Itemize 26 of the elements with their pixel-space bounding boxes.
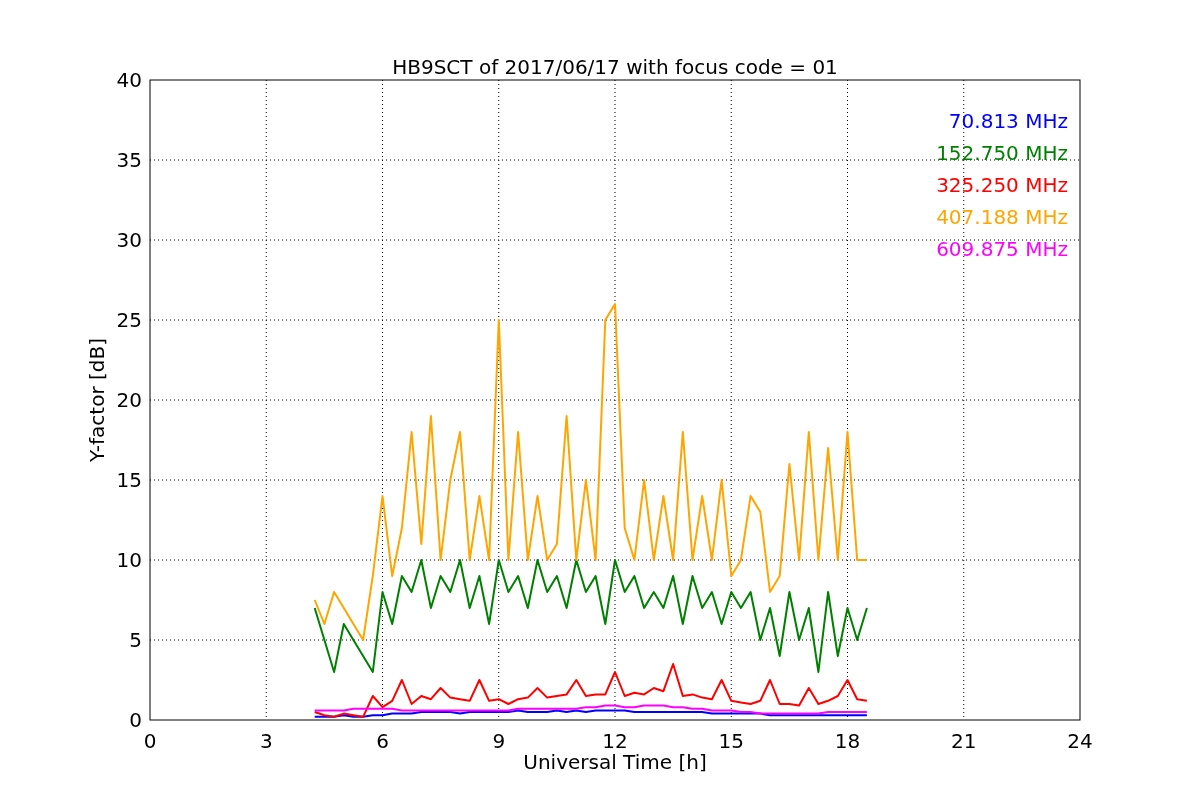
y-tick-label: 5 (129, 628, 142, 652)
y-tick-label: 15 (116, 468, 142, 492)
y-tick-label: 30 (116, 228, 142, 252)
y-tick-label: 35 (116, 148, 142, 172)
legend-label: 407.188 MHz (936, 205, 1068, 229)
legend-label: 325.250 MHz (936, 173, 1068, 197)
x-tick-label: 0 (143, 729, 157, 753)
y-axis-label: Y-factor [dB] (85, 338, 109, 462)
x-tick-label: 12 (602, 729, 628, 753)
y-tick-label: 0 (129, 708, 142, 732)
chart-title: HB9SCT of 2017/06/17 with focus code = 01 (392, 55, 838, 79)
y-tick-label: 25 (116, 308, 142, 332)
y-tick-label: 40 (116, 68, 142, 92)
x-tick-label: 18 (834, 729, 861, 753)
x-tick-label: 3 (259, 729, 273, 753)
legend-label: 609.875 MHz (936, 237, 1068, 261)
x-tick-label: 21 (951, 729, 977, 753)
x-tick-label: 6 (376, 729, 389, 753)
x-tick-label: 24 (1067, 729, 1093, 753)
y-tick-label: 20 (116, 388, 142, 412)
x-tick-label: 15 (718, 729, 744, 753)
y-tick-label: 10 (116, 548, 142, 572)
x-tick-label: 9 (492, 729, 506, 753)
legend-label: 152.750 MHz (936, 141, 1068, 165)
legend-label: 70.813 MHz (948, 109, 1068, 133)
x-axis-label: Universal Time [h] (523, 750, 707, 774)
